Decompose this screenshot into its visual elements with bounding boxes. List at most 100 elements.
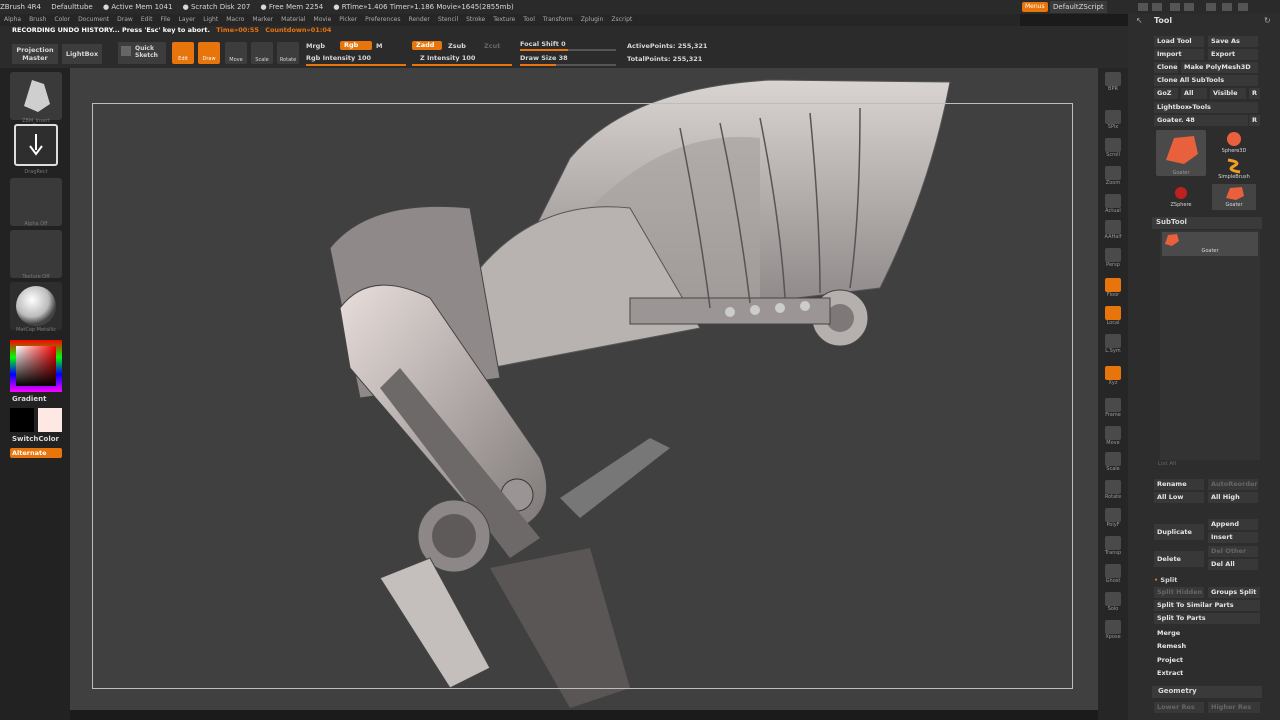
menus-button[interactable]: Menus: [1022, 2, 1048, 12]
del-other-button[interactable]: Del Other: [1208, 546, 1258, 557]
menu-transform[interactable]: Transform: [543, 16, 573, 23]
minimize-icon[interactable]: [1206, 3, 1216, 11]
export-button[interactable]: Export: [1208, 49, 1258, 60]
collapse-arrow-icon[interactable]: ↖: [1136, 16, 1143, 25]
alternate-button[interactable]: Alternate: [10, 448, 62, 458]
list-all-button[interactable]: List All: [1158, 461, 1176, 467]
goz-all-button[interactable]: All: [1181, 88, 1207, 99]
goz-r-button[interactable]: R: [1249, 88, 1260, 99]
zsub-button[interactable]: Zsub: [448, 42, 466, 50]
projection-master-button[interactable]: Projection Master: [12, 44, 58, 64]
m-button[interactable]: M: [376, 42, 382, 50]
menu-layer[interactable]: Layer: [179, 16, 196, 23]
help-icon[interactable]: [1170, 3, 1180, 11]
lightbox-tools-button[interactable]: Lightbox▸Tools: [1154, 102, 1258, 113]
shelf-floor-button[interactable]: Floor: [1100, 278, 1126, 298]
draw-size-track[interactable]: [520, 64, 616, 66]
project-section[interactable]: Project: [1154, 655, 1260, 666]
shelf-scale-button[interactable]: Scale: [1100, 452, 1126, 472]
menu-macro[interactable]: Macro: [226, 16, 244, 23]
insert-button[interactable]: Insert: [1208, 532, 1258, 543]
z-intensity-slider[interactable]: Z Intensity 100: [420, 54, 475, 62]
menu-draw[interactable]: Draw: [117, 16, 133, 23]
menu-stencil[interactable]: Stencil: [438, 16, 458, 23]
shelf-actual-button[interactable]: Actual: [1100, 194, 1126, 214]
tool-thumb-goater-large[interactable]: Goater: [1156, 130, 1206, 176]
main-color-swatch[interactable]: [38, 408, 62, 432]
stroke-thumbnail[interactable]: [14, 124, 58, 166]
menu-alpha[interactable]: Alpha: [4, 16, 21, 23]
shelf-zoom-button[interactable]: Zoom: [1100, 166, 1126, 186]
zadd-button[interactable]: Zadd: [412, 41, 442, 50]
clone-button[interactable]: Clone: [1154, 62, 1178, 73]
all-low-button[interactable]: All Low: [1154, 492, 1204, 503]
load-tool-button[interactable]: Load Tool: [1154, 36, 1204, 47]
menu-movie[interactable]: Movie: [314, 16, 332, 23]
shelf-ghost-button[interactable]: Ghost: [1100, 564, 1126, 584]
maximize-icon[interactable]: [1222, 3, 1232, 11]
zcut-button[interactable]: Zcut: [484, 42, 500, 50]
rgb-intensity-slider[interactable]: Rgb Intensity 100: [306, 54, 371, 62]
tool-thumb-goater-small[interactable]: Goater: [1212, 184, 1256, 210]
merge-section[interactable]: Merge: [1154, 628, 1260, 639]
z-intensity-track[interactable]: [412, 64, 512, 66]
lower-res-button[interactable]: Lower Res: [1154, 702, 1204, 713]
rgb-button[interactable]: Rgb: [340, 41, 372, 50]
menu-render[interactable]: Render: [408, 16, 429, 23]
shelf-transp-button[interactable]: Transp: [1100, 536, 1126, 556]
del-all-button[interactable]: Del All: [1208, 559, 1258, 570]
alpha-thumbnail[interactable]: [10, 178, 62, 226]
color-picker[interactable]: [10, 340, 62, 392]
make-polymesh-button[interactable]: Make PolyMesh3D: [1181, 62, 1258, 73]
texture-thumbnail[interactable]: [10, 230, 62, 278]
tool-thumb-simplebrush[interactable]: SimpleBrush: [1212, 156, 1256, 182]
menu-brush[interactable]: Brush: [29, 16, 46, 23]
focal-shift-track[interactable]: [520, 49, 616, 51]
lightbox-button[interactable]: LightBox: [62, 44, 102, 64]
focal-shift-slider[interactable]: Focal Shift 0: [520, 40, 566, 48]
gradient-toggle[interactable]: Gradient: [12, 395, 46, 403]
split-hidden-button[interactable]: Split Hidden: [1154, 587, 1204, 598]
duplicate-button[interactable]: Duplicate: [1154, 524, 1204, 540]
shelf-rotate-button[interactable]: Rotate: [1100, 480, 1126, 500]
goz-button[interactable]: GoZ: [1154, 88, 1178, 99]
split-similar-parts-button[interactable]: Split To Similar Parts: [1154, 600, 1260, 611]
geometry-header[interactable]: Geometry: [1152, 686, 1262, 698]
subtool-item-goater[interactable]: Goater: [1162, 232, 1258, 256]
subtool-header[interactable]: SubTool: [1152, 217, 1262, 229]
tool-thumb-zsphere[interactable]: ZSphere: [1156, 184, 1206, 210]
rename-button[interactable]: Rename: [1154, 479, 1204, 490]
menu-edit[interactable]: Edit: [141, 16, 153, 23]
move-button[interactable]: Move: [225, 42, 247, 64]
clone-all-subtools-button[interactable]: Clone All SubTools: [1154, 75, 1258, 86]
shelf-xyz-button[interactable]: Xyz: [1100, 366, 1126, 386]
rotate-button[interactable]: Rotate: [277, 42, 299, 64]
refresh-icon[interactable]: ↻: [1264, 16, 1271, 25]
goz-visible-button[interactable]: Visible: [1210, 88, 1246, 99]
menu-picker[interactable]: Picker: [339, 16, 357, 23]
tool-thumb-sphere3d[interactable]: Sphere3D: [1212, 130, 1256, 156]
menu-color[interactable]: Color: [54, 16, 70, 23]
scale-button[interactable]: Scale: [251, 42, 273, 64]
brush-thumbnail[interactable]: [10, 72, 62, 120]
append-button[interactable]: Append: [1208, 519, 1258, 530]
quick-sketch-button[interactable]: Quick Sketch: [118, 42, 166, 64]
edit-button[interactable]: Edit: [172, 42, 194, 64]
default-zscript-button[interactable]: DefaultZScript: [1050, 1, 1107, 13]
shelf-xpose-button[interactable]: Xpose: [1100, 620, 1126, 640]
shelf-local-button[interactable]: Local: [1100, 306, 1126, 326]
higher-res-button[interactable]: Higher Res: [1208, 702, 1260, 713]
menu-zscript[interactable]: Zscript: [611, 16, 632, 23]
menu-tool[interactable]: Tool: [523, 16, 535, 23]
current-tool-r-button[interactable]: R: [1249, 115, 1260, 126]
menu-material[interactable]: Material: [281, 16, 305, 23]
menu-marker[interactable]: Marker: [252, 16, 273, 23]
shelf-move-button[interactable]: Move: [1100, 426, 1126, 446]
import-button[interactable]: Import: [1154, 49, 1204, 60]
draw-button[interactable]: Draw: [198, 42, 220, 64]
shelf-polyf-button[interactable]: PolyF: [1100, 508, 1126, 528]
rgb-intensity-track[interactable]: [306, 64, 406, 66]
nav-right-icon[interactable]: [1152, 3, 1162, 11]
split-to-parts-button[interactable]: Split To Parts: [1154, 613, 1260, 624]
split-section-header[interactable]: • Split: [1154, 576, 1177, 584]
